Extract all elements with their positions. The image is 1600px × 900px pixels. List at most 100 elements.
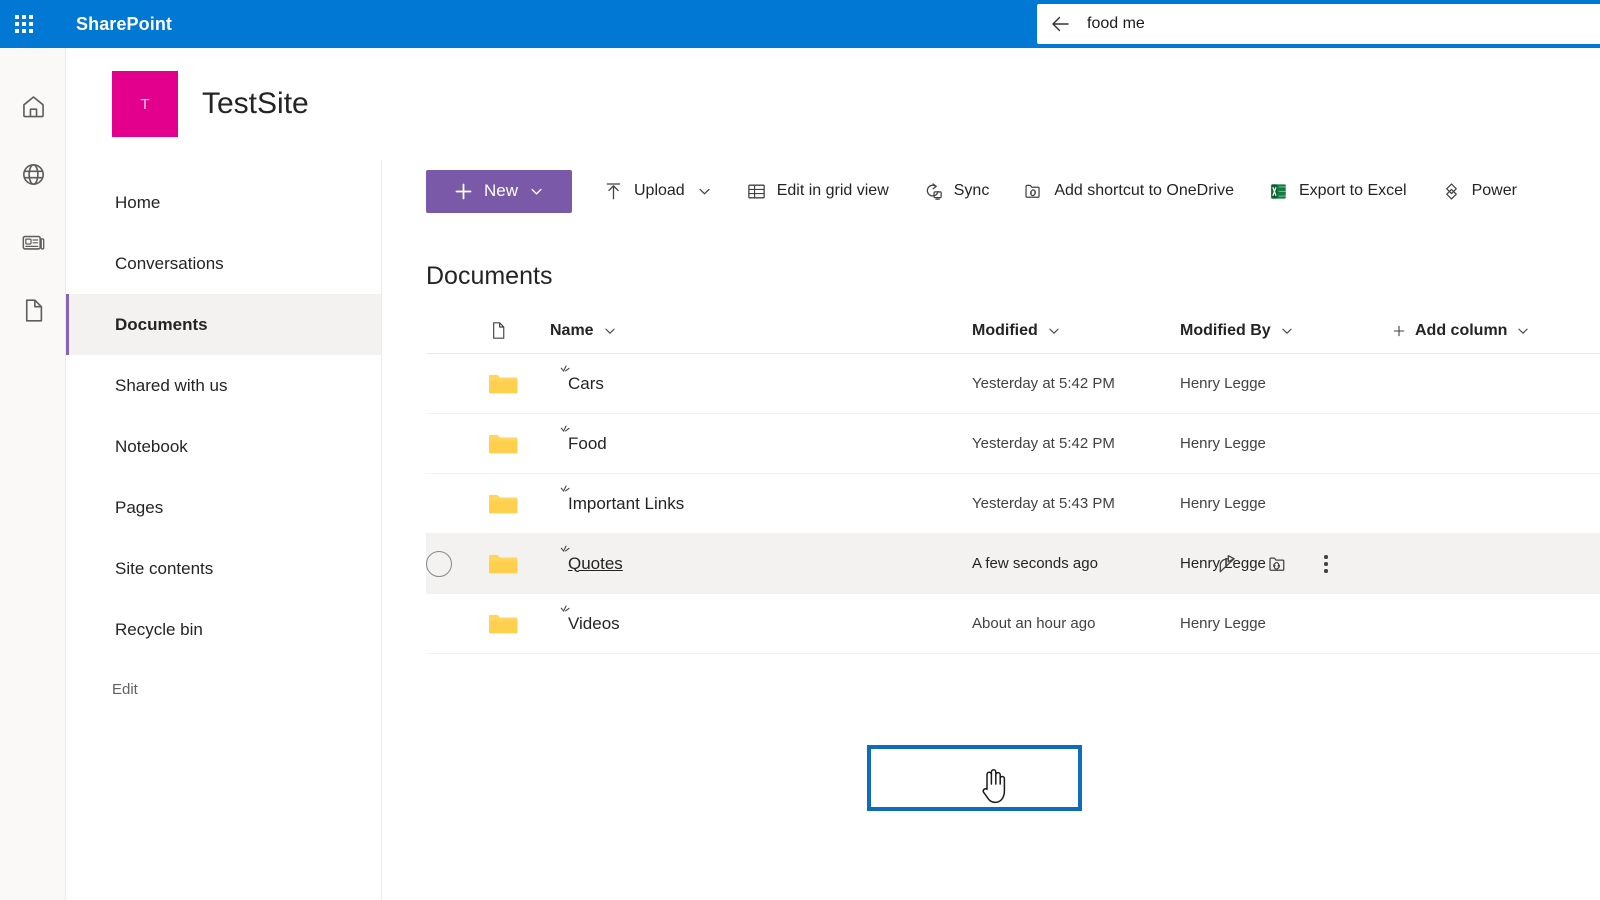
grid-icon [747,184,765,198]
search-back-button[interactable] [1037,4,1083,44]
table-row[interactable]: Food Yesterday at 5:42 PM Henry Legge [426,414,1600,474]
row-name-cell[interactable]: Food [550,425,972,454]
table-row[interactable]: Cars Yesterday at 5:42 PM Henry Legge [426,354,1600,414]
row-modified-by: Henry Legge [1180,435,1266,452]
add-column-button[interactable]: Add column [1392,322,1600,340]
row-name-cell[interactable]: Important Links [550,485,972,514]
upload-button[interactable]: Upload [590,170,725,213]
arrow-left-icon [1052,16,1069,32]
nav-item-label: Notebook [115,436,188,456]
row-name-link[interactable]: Important Links [568,494,684,513]
row-name-cell[interactable]: Cars [550,365,972,394]
app-launcher-button[interactable] [0,0,48,48]
table-row[interactable]: Important Links Yesterday at 5:43 PM Henry… [426,474,1600,534]
site-logo[interactable]: T [112,71,178,137]
rail-item-sites[interactable] [0,140,66,208]
command-bar: New Upload Edit in grid view Sync Add sh… [382,160,1600,222]
documents-table: Name Modified Modified By Add column Car… [426,308,1600,654]
sharepoint-brand[interactable]: SharePoint [76,14,172,35]
copy-link-button[interactable] [1266,553,1289,576]
rail-item-news[interactable] [0,208,66,276]
column-header-name[interactable]: Name [550,322,972,340]
row-name-link[interactable]: Food [568,434,607,453]
suite-bar: SharePoint [0,0,1600,48]
document-icon [493,322,505,339]
row-name-link[interactable]: Videos [568,614,620,633]
file-type-header[interactable] [488,320,550,341]
row-icon-cell [488,432,550,456]
rail-item-home[interactable] [0,72,66,140]
folder-icon [489,374,518,393]
rail-item-files[interactable] [0,276,66,344]
document-icon [25,298,42,322]
add-shortcut-to-onedrive-button[interactable]: Add shortcut to OneDrive [1010,170,1247,213]
row-select-cell[interactable] [426,550,488,577]
nav-item-label: Documents [115,314,208,334]
power-automate-icon [1445,182,1457,200]
hand-cursor-icon [982,769,1006,804]
row-icon-cell [488,552,550,576]
grid-label: Edit in grid view [776,182,889,199]
new-item-sparkle [556,364,573,385]
plus-icon [455,183,472,199]
table-row[interactable]: Videos About an hour ago Henry Legge [426,594,1600,654]
more-actions-button[interactable] [1316,551,1336,577]
row-name-link[interactable]: Cars [568,374,604,393]
column-header-modified[interactable]: Modified [972,322,1180,340]
power-automate-button[interactable]: Power [1428,170,1530,213]
site-navigation: Home Conversations Documents Shared with… [66,160,382,900]
nav-item-shared-with-us[interactable]: Shared with us [66,355,381,416]
nav-item-notebook[interactable]: Notebook [66,416,381,477]
search-box[interactable] [1037,4,1600,44]
column-header-modified-by[interactable]: Modified By [1180,322,1392,340]
row-icon-cell [488,492,550,516]
new-item-sparkle [556,544,573,565]
row-actions [1216,534,1336,594]
nav-item-site-contents[interactable]: Site contents [66,538,381,599]
row-modified: Yesterday at 5:42 PM [972,435,1115,452]
row-name-cell[interactable]: Quotes [550,545,972,574]
nav-item-label: Site contents [115,558,214,578]
chevron-down-icon [531,188,542,195]
table-row[interactable]: Quotes A few seconds ago Henry Legge [426,534,1600,594]
row-name-cell[interactable]: Videos [550,605,972,634]
home-icon [22,95,44,117]
nav-item-recycle-bin[interactable]: Recycle bin [66,599,381,660]
nav-item-documents[interactable]: Documents [66,294,381,355]
folder-icon [489,614,518,633]
export-to-excel-button[interactable]: Export to Excel [1255,170,1420,213]
site-title[interactable]: TestSite [202,87,309,121]
new-item-sparkle [556,484,573,505]
power-label: Power [1471,182,1517,199]
edit-in-grid-view-button[interactable]: Edit in grid view [733,170,902,213]
column-header-name-label: Name [550,321,594,339]
upload-label: Upload [634,182,685,199]
nav-item-home[interactable]: Home [66,172,381,233]
globe-icon [22,163,44,185]
main-content: New Upload Edit in grid view Sync Add sh… [382,160,1600,900]
copy-link-icon [1269,557,1285,571]
nav-edit-button[interactable]: Edit [66,660,381,718]
list-title: Documents [426,262,553,290]
sync-button[interactable]: Sync [910,170,1003,213]
row-name-link[interactable]: Quotes [568,554,623,573]
row-modified: A few seconds ago [972,555,1098,572]
new-item-sparkle [556,424,573,445]
search-input[interactable] [1083,4,1600,44]
nav-item-pages[interactable]: Pages [66,477,381,538]
nav-item-conversations[interactable]: Conversations [66,233,381,294]
plus-icon [1393,325,1405,336]
sync-icon [926,182,942,200]
mouse-cursor [978,767,1008,812]
nav-item-label: Recycle bin [115,619,203,639]
row-checkbox[interactable] [426,550,452,577]
new-item-sparkle-icon [560,365,570,372]
site-body: Home Conversations Documents Shared with… [66,160,1600,900]
new-button[interactable]: New [426,169,572,213]
share-icon [1219,554,1235,572]
chevron-down-icon [1049,328,1059,334]
share-button[interactable] [1216,553,1239,576]
add-shortcut-label: Add shortcut to OneDrive [1054,182,1234,199]
excel-label: Export to Excel [1298,182,1407,199]
nav-item-label: Home [115,192,161,212]
